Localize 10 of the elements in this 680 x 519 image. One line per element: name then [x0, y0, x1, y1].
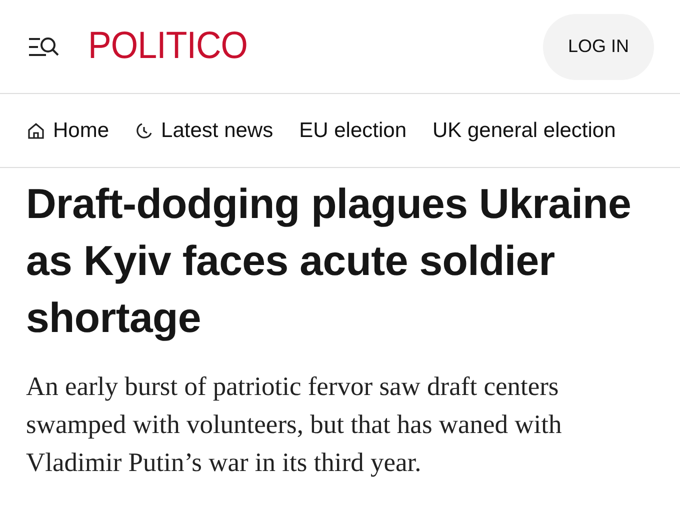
logo[interactable]: POLITICO: [88, 25, 248, 68]
nav-link[interactable]: UK general election: [432, 118, 616, 142]
login-button[interactable]: LOG IN: [543, 14, 654, 80]
home-icon: [27, 122, 45, 140]
headline: Draft-dodging plagues Ukraine as Kyiv faces acute soldier shortage: [26, 179, 632, 343]
nav-link[interactable]: EU election: [299, 118, 406, 142]
nav-link[interactable]: Latest news: [161, 118, 274, 142]
menu-search-icon[interactable]: [28, 34, 60, 58]
nav-link[interactable]: Home: [53, 118, 110, 142]
article-summary: An early burst of patriotic fervor saw draft centers swamped with volunteers, but that has waned with Vladimir Putin’s war in its third year.: [26, 370, 563, 479]
